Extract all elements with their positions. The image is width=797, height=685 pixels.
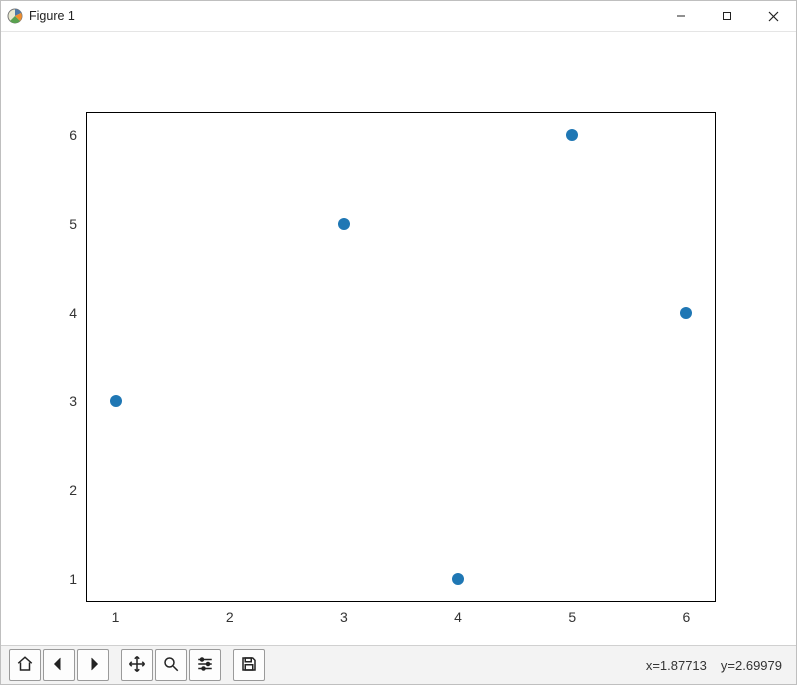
sliders-icon (196, 655, 214, 676)
back-button[interactable] (43, 649, 75, 681)
matplotlib-icon (7, 8, 23, 24)
save-button[interactable] (233, 649, 265, 681)
y-tick-label: 4 (69, 305, 87, 321)
window-title: Figure 1 (29, 9, 75, 23)
save-icon (240, 655, 258, 676)
maximize-button[interactable] (704, 1, 750, 31)
titlebar: Figure 1 (1, 1, 796, 32)
scatter-point (338, 218, 350, 230)
figure-window: Figure 1 1 2 3 4 5 6 1 2 3 4 5 6 (0, 0, 797, 685)
arrow-left-icon (50, 655, 68, 676)
x-tick-label: 3 (340, 601, 348, 625)
cursor-coordinates: x=1.87713 y=2.69979 (646, 658, 788, 673)
navigation-toolbar: x=1.87713 y=2.69979 (1, 645, 796, 684)
x-tick-label: 5 (568, 601, 576, 625)
cursor-x: x=1.87713 (646, 658, 707, 673)
scatter-plot (87, 113, 715, 601)
zoom-icon (162, 655, 180, 676)
y-tick-label: 3 (69, 393, 87, 409)
move-icon (128, 655, 146, 676)
cursor-y: y=2.69979 (721, 658, 782, 673)
toolbar-buttons (9, 649, 265, 681)
y-tick-label: 6 (69, 127, 87, 143)
window-controls (658, 1, 796, 31)
titlebar-left: Figure 1 (1, 8, 75, 24)
home-button[interactable] (9, 649, 41, 681)
scatter-point (566, 129, 578, 141)
x-tick-label: 6 (683, 601, 691, 625)
figure-canvas[interactable]: 1 2 3 4 5 6 1 2 3 4 5 6 (1, 32, 796, 645)
arrow-right-icon (84, 655, 102, 676)
close-button[interactable] (750, 1, 796, 31)
axes: 123456123456 (86, 112, 716, 602)
x-tick-label: 4 (454, 601, 462, 625)
x-tick-label: 2 (226, 601, 234, 625)
y-tick-label: 2 (69, 482, 87, 498)
y-tick-label: 1 (69, 571, 87, 587)
scatter-point (452, 573, 464, 585)
minimize-button[interactable] (658, 1, 704, 31)
zoom-button[interactable] (155, 649, 187, 681)
scatter-point (680, 307, 692, 319)
configure-subplots-button[interactable] (189, 649, 221, 681)
y-tick-label: 5 (69, 216, 87, 232)
forward-button[interactable] (77, 649, 109, 681)
x-tick-label: 1 (112, 601, 120, 625)
pan-button[interactable] (121, 649, 153, 681)
home-icon (16, 655, 34, 676)
scatter-point (110, 395, 122, 407)
